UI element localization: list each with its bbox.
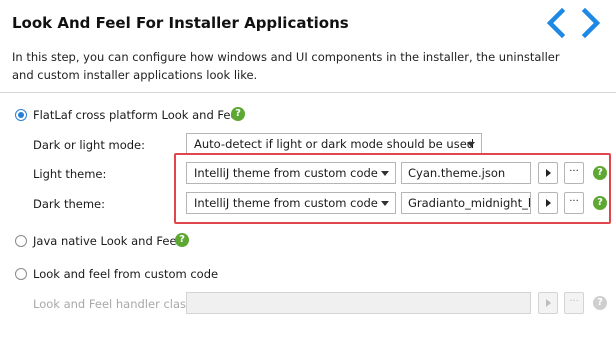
- light-browse-button[interactable]: ···: [564, 162, 584, 184]
- dark-browse-button[interactable]: ···: [564, 192, 584, 214]
- chevron-down-icon: [381, 201, 389, 206]
- play-icon: [546, 299, 551, 307]
- mode-label: Dark or light mode:: [33, 138, 145, 152]
- chevron-right-icon[interactable]: [580, 8, 602, 38]
- native-label[interactable]: Java native Look and Feel: [33, 234, 180, 248]
- light-source-value: IntelliJ theme from custom code: [194, 166, 378, 180]
- native-radio[interactable]: [15, 235, 27, 247]
- more-icon: ···: [569, 196, 579, 207]
- dark-file-field[interactable]: Gradianto_midnight_b: [401, 192, 531, 214]
- dark-help-icon[interactable]: ?: [593, 196, 607, 210]
- header-panel: Look And Feel For Installer Applications…: [0, 0, 616, 93]
- flatlaf-help-icon[interactable]: ?: [231, 107, 245, 121]
- custom-label[interactable]: Look and feel from custom code: [33, 267, 218, 281]
- custom-radio[interactable]: [15, 268, 27, 280]
- handler-browse-button[interactable]: ···: [564, 292, 584, 314]
- light-help-icon[interactable]: ?: [593, 166, 607, 180]
- more-icon: ···: [569, 166, 579, 177]
- chevron-down-icon: [467, 142, 475, 147]
- handler-class-label: Look and Feel handler class:: [33, 297, 196, 311]
- flatlaf-label[interactable]: FlatLaf cross platform Look and Feel: [33, 108, 241, 122]
- mode-select[interactable]: Auto-detect if light or dark mode should…: [186, 133, 482, 155]
- chevron-down-icon: [381, 171, 389, 176]
- dark-theme-label: Dark theme:: [33, 197, 105, 211]
- light-source-select[interactable]: IntelliJ theme from custom code: [186, 162, 396, 184]
- light-run-button[interactable]: [538, 162, 558, 184]
- handler-class-field[interactable]: [186, 292, 531, 314]
- play-icon: [546, 199, 551, 207]
- handler-run-button[interactable]: [538, 292, 558, 314]
- dark-source-value: IntelliJ theme from custom code: [194, 196, 378, 210]
- native-help-icon[interactable]: ?: [175, 233, 189, 247]
- dark-run-button[interactable]: [538, 192, 558, 214]
- dark-source-select[interactable]: IntelliJ theme from custom code: [186, 192, 396, 214]
- chevron-left-icon[interactable]: [545, 8, 567, 38]
- page-title: Look And Feel For Installer Applications: [12, 14, 349, 32]
- play-icon: [546, 169, 551, 177]
- handler-help-icon[interactable]: ?: [593, 296, 607, 310]
- light-theme-label: Light theme:: [33, 167, 107, 181]
- more-icon: ···: [569, 296, 579, 307]
- light-file-field[interactable]: Cyan.theme.json: [401, 162, 531, 184]
- page-description: In this step, you can configure how wind…: [12, 50, 560, 82]
- flatlaf-radio[interactable]: [15, 109, 27, 121]
- mode-select-value: Auto-detect if light or dark mode should…: [194, 137, 475, 151]
